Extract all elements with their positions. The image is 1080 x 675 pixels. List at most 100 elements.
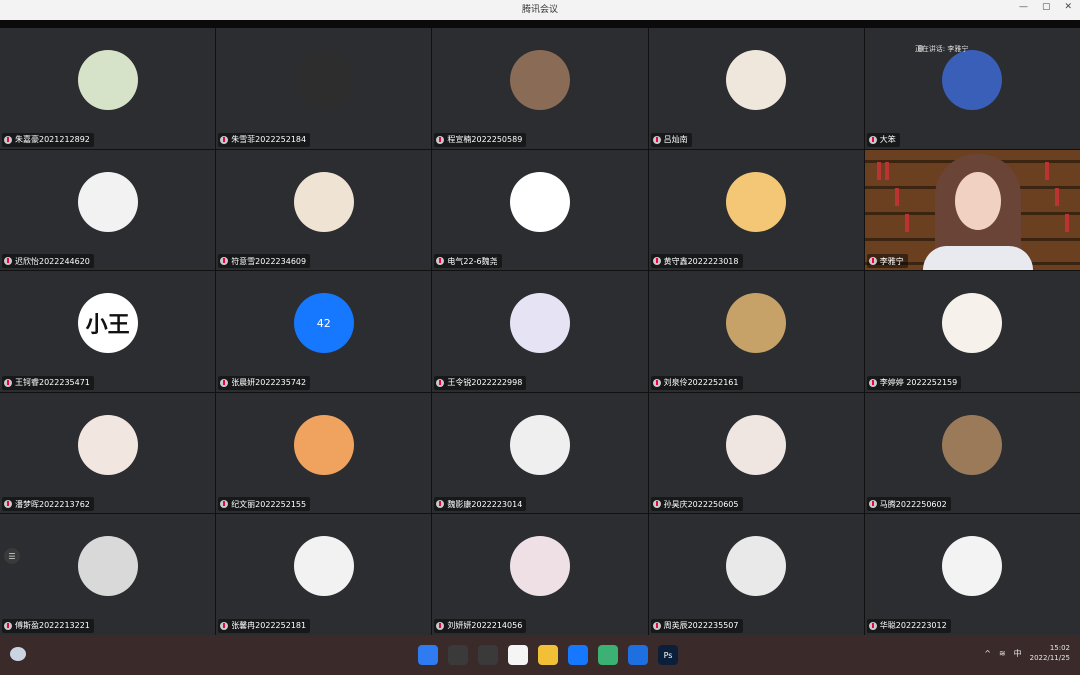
mic-muted-icon [652, 135, 661, 144]
avatar [293, 171, 354, 232]
participant-name: 李婷婷 2022252159 [879, 378, 958, 388]
mic-muted-icon [436, 257, 445, 266]
participant-tile[interactable]: 正在讲话: 李雅宁 大笨 [864, 28, 1080, 149]
participant-nameplate: 刘妍妍2022214056 [434, 618, 527, 633]
participant-tile[interactable]: 朱嘉豪2021212892 [0, 28, 216, 149]
participant-grid: 朱嘉豪2021212892 朱雪菲2022252184 程宣楠2022250589 吕… [0, 28, 1080, 635]
participant-tile[interactable]: 黄守鑫2022223018 [648, 149, 864, 271]
participant-tile[interactable]: 程宣楠2022250589 [432, 28, 648, 149]
avatar [942, 536, 1003, 597]
window-controls: — ▢ ✕ [1019, 2, 1072, 12]
system-tray: ^ ≋ 中 15:02 2022/11/25 [984, 643, 1070, 663]
avatar [509, 414, 570, 475]
participant-nameplate: 潘梦晖2022213762 [2, 497, 94, 512]
participant-nameplate: 刘泉伶2022252161 [650, 375, 743, 390]
mic-muted-icon [868, 500, 877, 509]
participant-nameplate: 李婷婷 2022252159 [866, 375, 962, 390]
avatar [509, 50, 570, 110]
taskbar-app-icon[interactable] [538, 645, 558, 665]
minimize-button[interactable]: — [1019, 2, 1028, 12]
participant-nameplate: 王钶睿2022235471 [2, 375, 94, 390]
close-button[interactable]: ✕ [1064, 2, 1072, 12]
avatar [726, 293, 787, 354]
participant-tile[interactable]: 李雅宁 [864, 149, 1080, 271]
participant-tile[interactable]: 符意雪2022234609 [216, 149, 432, 271]
avatar [293, 414, 354, 475]
participant-name: 程宣楠2022250589 [447, 135, 523, 145]
participant-nameplate: 电气22-6魏尧 [434, 254, 502, 269]
mic-muted-icon [868, 135, 877, 144]
participant-tile[interactable]: 电气22-6魏尧 [432, 149, 648, 271]
participant-tile[interactable]: 刘妍妍2022214056 [432, 514, 648, 635]
participant-tile[interactable]: 迟欣怡2022244620 [0, 149, 216, 271]
participant-tile[interactable]: 周英辰2022235507 [648, 514, 864, 635]
participant-tile[interactable]: 傅斯盈2022213221 [0, 514, 216, 635]
mic-muted-icon [436, 500, 445, 509]
widgets-icon[interactable] [10, 647, 26, 661]
participant-name: 迟欣怡2022244620 [15, 256, 90, 266]
participant-nameplate: 朱嘉豪2021212892 [2, 132, 94, 147]
participant-tile[interactable]: 42 张晨妍2022235742 [216, 271, 432, 392]
participant-tile[interactable]: 朱雪菲2022252184 [216, 28, 432, 149]
mic-muted-icon [4, 621, 12, 630]
date: 2022/11/25 [1029, 654, 1070, 662]
participant-nameplate: 朱雪菲2022252184 [218, 132, 311, 147]
taskbar-app-icon[interactable] [448, 645, 468, 665]
avatar [509, 171, 570, 232]
participant-tile[interactable]: 魏影康2022223014 [432, 392, 648, 514]
participant-tile[interactable]: 孙昊庆2022250605 [648, 392, 864, 514]
taskbar-app-icon[interactable] [478, 645, 498, 665]
participant-tile[interactable]: 纪文丽2022252155 [216, 392, 432, 514]
participant-tile[interactable]: 马腾2022250602 [864, 392, 1080, 514]
avatar [942, 414, 1003, 475]
taskbar-app-icon[interactable] [508, 645, 528, 665]
meeting-topbar [0, 20, 1080, 28]
participant-name: 王令锐2022222998 [447, 378, 523, 388]
sidebar-toggle-icon[interactable]: ☰ [4, 548, 20, 564]
avatar [77, 171, 138, 232]
participant-name: 大笨 [879, 135, 896, 145]
participant-name: 朱嘉豪2021212892 [15, 135, 90, 145]
mic-muted-icon [220, 378, 229, 387]
participant-name: 周英辰2022235507 [663, 621, 739, 631]
chevron-up-icon[interactable]: ^ [984, 649, 991, 658]
participant-nameplate: 张馨冉2022252181 [218, 618, 311, 633]
participant-nameplate: 李雅宁 [866, 254, 908, 269]
mic-muted-icon [868, 621, 877, 630]
avatar [77, 50, 138, 110]
participant-tile[interactable]: 潘梦晖2022213762 [0, 392, 216, 514]
avatar [509, 536, 570, 597]
taskbar-app-icon[interactable] [628, 645, 648, 665]
avatar [726, 414, 787, 475]
mic-muted-icon [4, 378, 12, 387]
mic-muted-icon [220, 621, 229, 630]
taskbar-app-icon[interactable] [418, 645, 438, 665]
participant-tile[interactable]: 刘泉伶2022252161 [648, 271, 864, 392]
avatar [77, 536, 138, 597]
taskbar-app-icon[interactable]: Ps [658, 645, 678, 665]
clock[interactable]: 15:02 2022/11/25 [1030, 643, 1070, 663]
taskbar-app-icon[interactable] [568, 645, 588, 665]
mic-muted-icon [868, 378, 877, 387]
wifi-icon[interactable]: ≋ [999, 649, 1006, 658]
mic-muted-icon [4, 257, 12, 266]
participant-tile[interactable]: 李婷婷 2022252159 [864, 271, 1080, 392]
participant-tile[interactable]: 王令锐2022222998 [432, 271, 648, 392]
participant-tile[interactable]: 小王 王钶睿2022235471 [0, 271, 216, 392]
participant-tile[interactable]: 华聪2022223012 [864, 514, 1080, 635]
participant-nameplate: 周英辰2022235507 [650, 618, 743, 633]
window-titlebar: 腾讯会议 — ▢ ✕ [0, 0, 1080, 20]
maximize-button[interactable]: ▢ [1042, 2, 1051, 12]
participant-name: 黄守鑫2022223018 [663, 256, 739, 266]
ime-indicator[interactable]: 中 [1014, 648, 1022, 659]
participant-tile[interactable]: 吕灿南 [648, 28, 864, 149]
participant-nameplate: 傅斯盈2022213221 [2, 618, 94, 633]
participant-nameplate: 王令锐2022222998 [434, 375, 527, 390]
mic-muted-icon [436, 378, 445, 387]
mic-muted-icon [652, 378, 661, 387]
participant-tile[interactable]: 张馨冉2022252181 [216, 514, 432, 635]
taskbar-apps: Ps [418, 645, 678, 665]
taskbar-app-icon[interactable] [598, 645, 618, 665]
mic-muted-icon [436, 621, 445, 630]
mic-muted-icon [868, 257, 877, 266]
